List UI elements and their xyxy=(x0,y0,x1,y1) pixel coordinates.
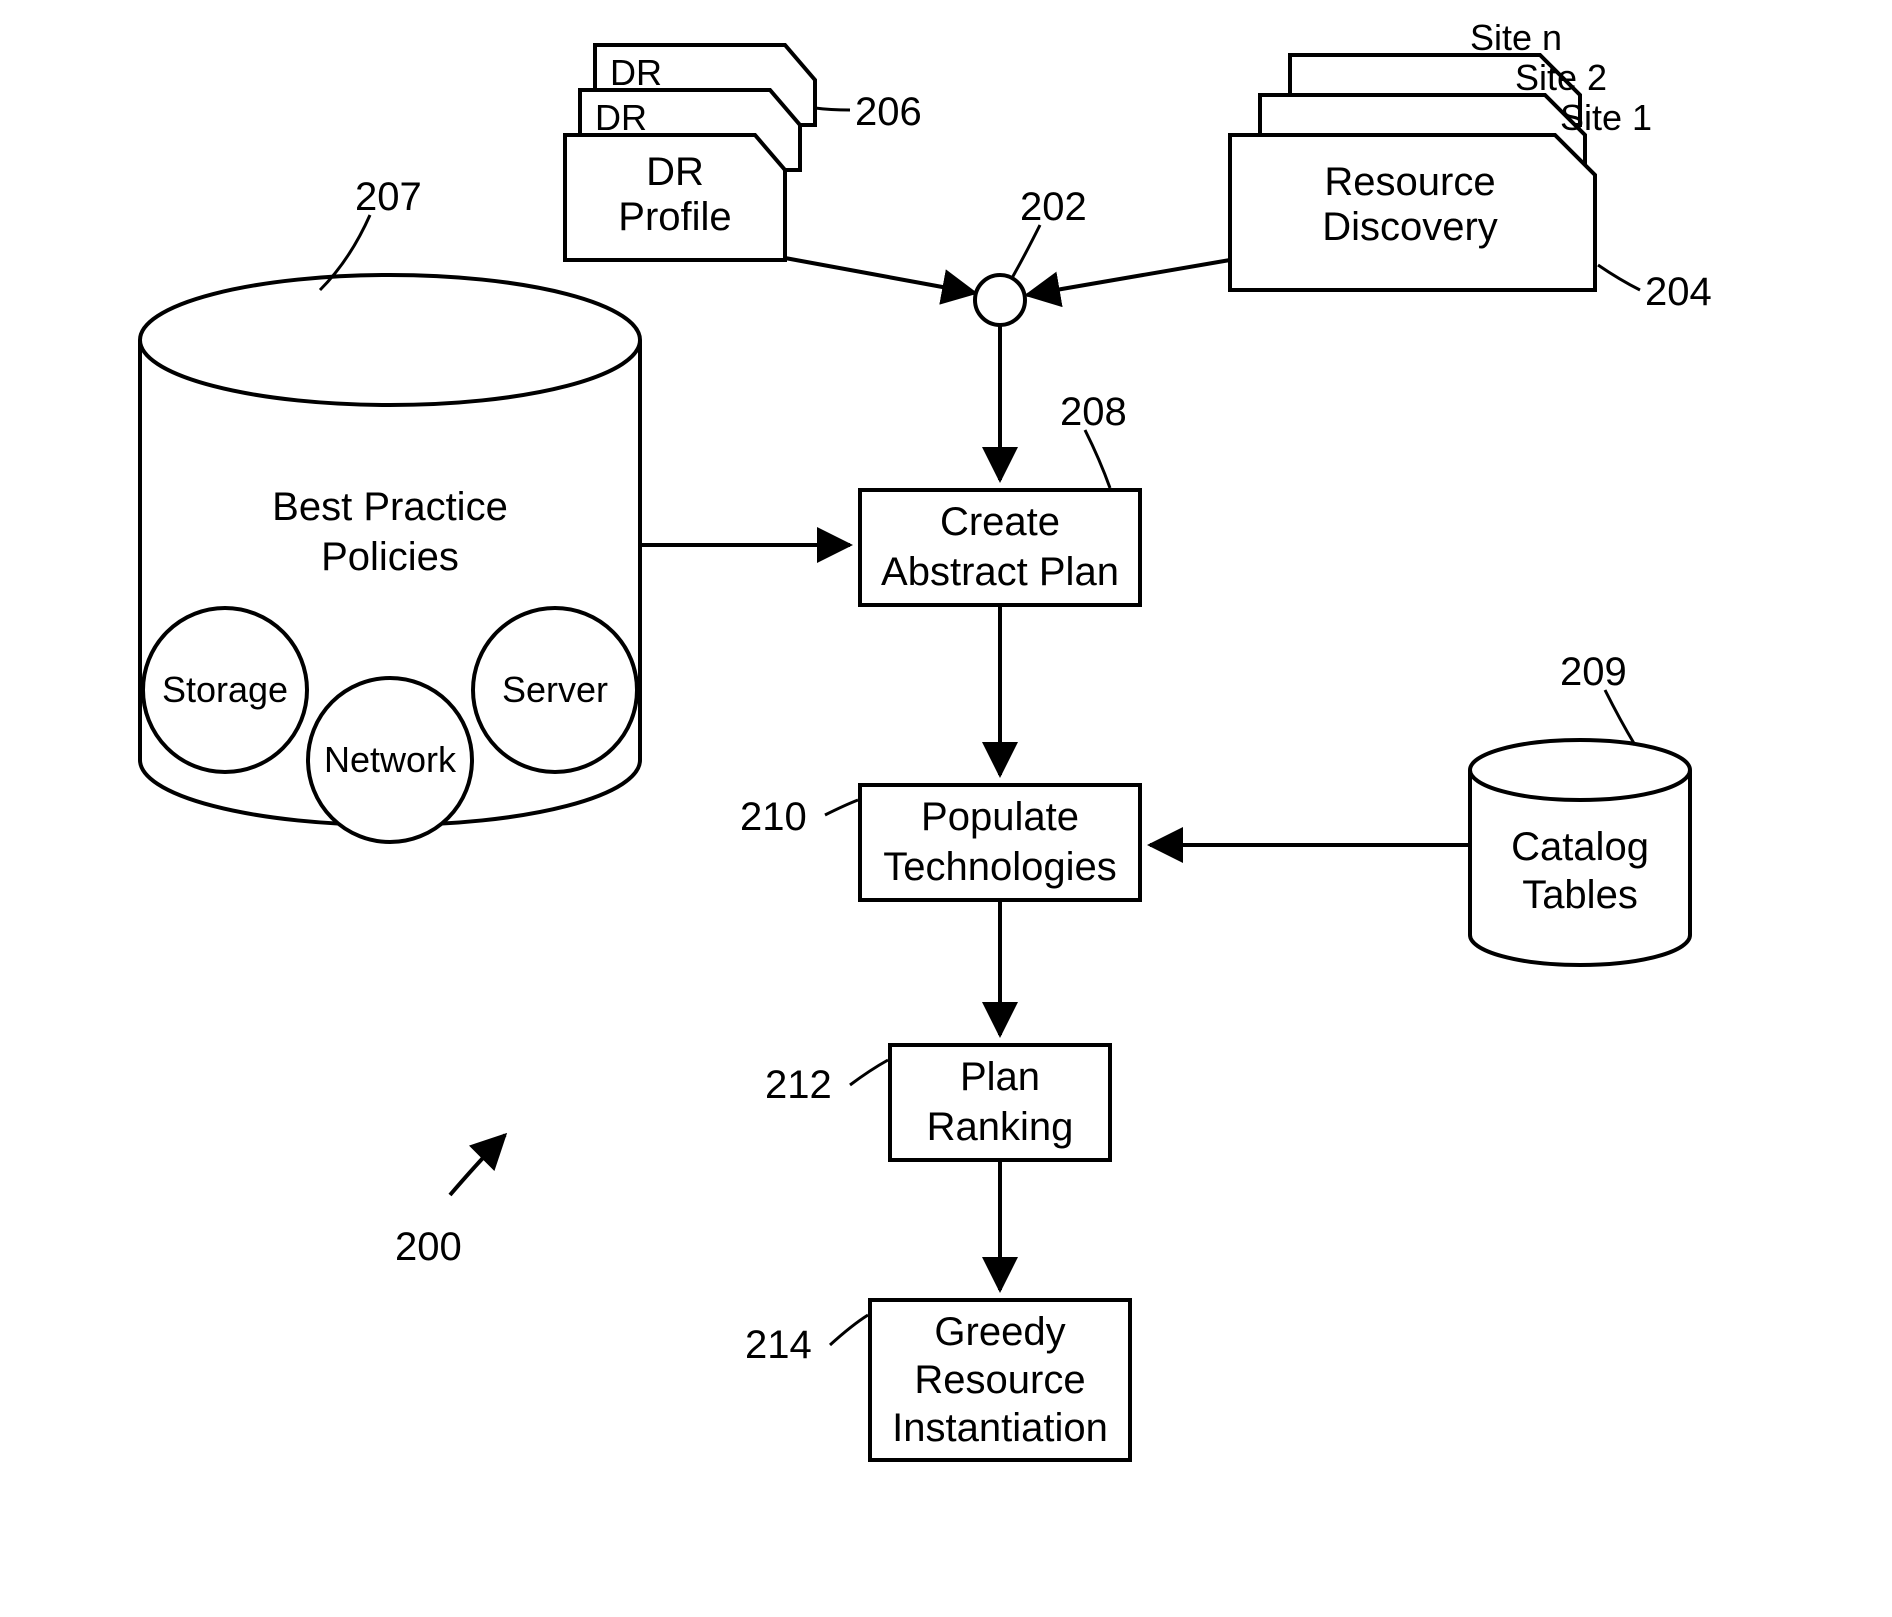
catalog-tables-cylinder: Catalog Tables xyxy=(1470,740,1690,965)
ref-209: 209 xyxy=(1560,650,1627,694)
create-abstract-l2: Abstract Plan xyxy=(881,550,1119,594)
arrow-206-to-202 xyxy=(785,258,975,293)
poptech-l1: Populate xyxy=(921,795,1079,839)
figure-ref-200: 200 xyxy=(395,1135,505,1269)
leader-212 xyxy=(850,1060,888,1085)
catalog-l2: Tables xyxy=(1522,873,1638,917)
resdisc-l1: Resource xyxy=(1324,160,1495,204)
planrank-l2: Ranking xyxy=(927,1105,1074,1149)
site-1-label: Site 1 xyxy=(1560,97,1652,138)
ref-210: 210 xyxy=(740,795,807,839)
leader-214 xyxy=(830,1315,868,1345)
dr-stack-back: DR xyxy=(610,52,662,93)
leader-208 xyxy=(1085,430,1110,488)
leader-202 xyxy=(1012,225,1040,278)
ref-200: 200 xyxy=(395,1225,462,1269)
greedy-l3: Instantiation xyxy=(892,1406,1108,1450)
dr-stack-mid: DR xyxy=(595,97,647,138)
create-abstract-l1: Create xyxy=(940,500,1060,544)
leader-209 xyxy=(1605,690,1635,745)
server-label: Server xyxy=(502,669,608,710)
catalog-l1: Catalog xyxy=(1511,825,1649,869)
bpp-label-line1: Best Practice xyxy=(272,485,508,529)
site-n-label: Site n xyxy=(1470,17,1562,58)
network-label: Network xyxy=(324,739,457,780)
best-practice-policies-cylinder: Best Practice Policies Storage Server Ne… xyxy=(140,275,640,842)
poptech-l2: Technologies xyxy=(883,845,1117,889)
arrow-204-to-202 xyxy=(1027,260,1230,295)
leader-210 xyxy=(825,800,858,815)
planrank-l1: Plan xyxy=(960,1055,1040,1099)
bpp-label-line2: Policies xyxy=(321,535,459,579)
site-2-label: Site 2 xyxy=(1515,57,1607,98)
dr-profile-l2: Profile xyxy=(618,195,731,239)
greedy-l1: Greedy xyxy=(934,1310,1065,1354)
ref-202: 202 xyxy=(1020,185,1087,229)
storage-label: Storage xyxy=(162,669,288,710)
greedy-l2: Resource xyxy=(914,1358,1085,1402)
junction-202 xyxy=(975,275,1025,325)
ref-208: 208 xyxy=(1060,390,1127,434)
resdisc-l2: Discovery xyxy=(1322,205,1498,249)
ref-204: 204 xyxy=(1645,270,1712,314)
dr-profile-l1: DR xyxy=(646,150,704,194)
ref-206: 206 xyxy=(855,90,922,134)
leader-204 xyxy=(1598,265,1640,290)
dr-profile-stack: DR DR DR Profile xyxy=(565,45,815,260)
resource-discovery-stack: Resource Discovery Site n Site 2 Site 1 xyxy=(1230,17,1652,290)
ref-212: 212 xyxy=(765,1063,832,1107)
leader-206 xyxy=(815,108,850,110)
ref-214: 214 xyxy=(745,1323,812,1367)
ref-207: 207 xyxy=(355,175,422,219)
